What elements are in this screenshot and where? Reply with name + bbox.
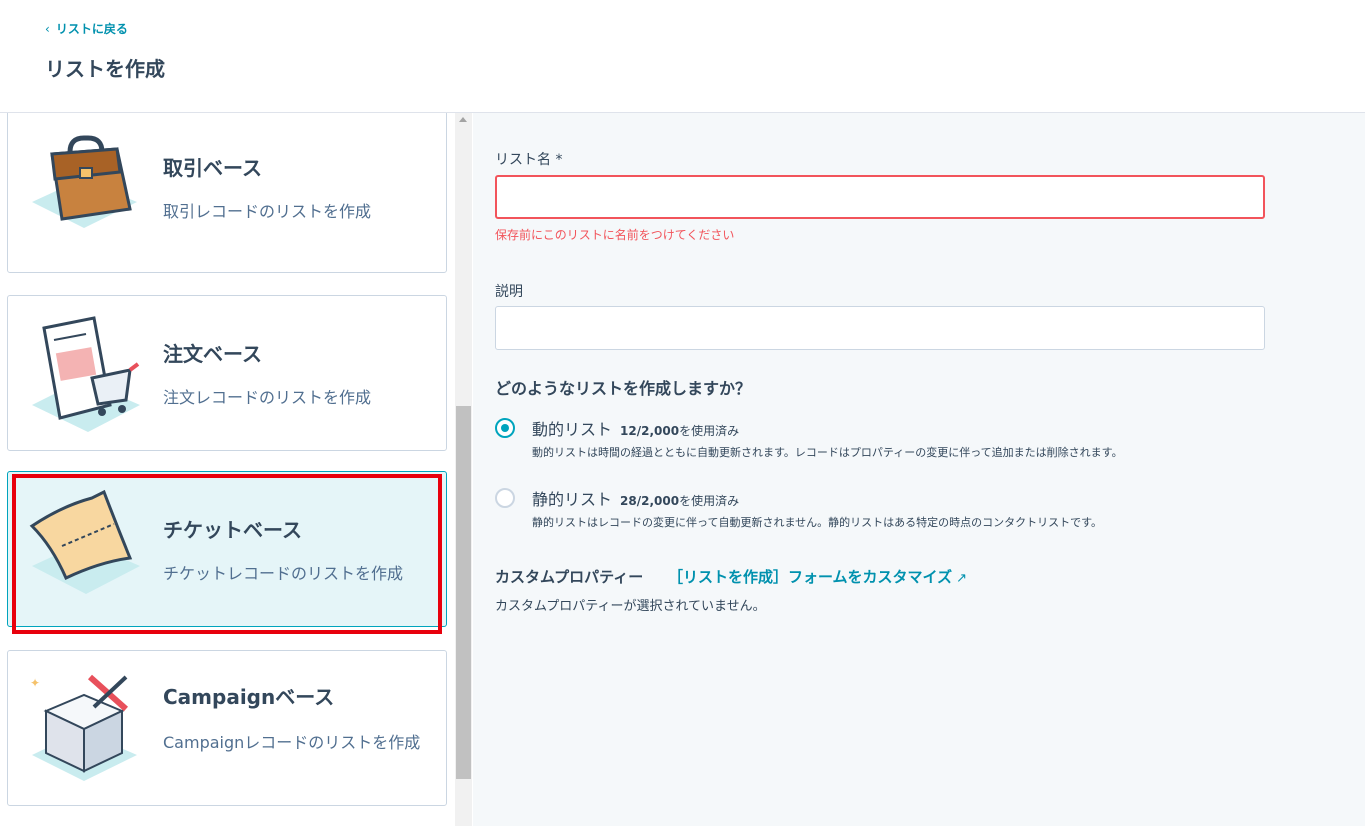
- scroll-up-arrow-icon[interactable]: [459, 117, 467, 122]
- description-input[interactable]: [495, 306, 1265, 350]
- list-name-label: リスト名 *: [495, 149, 562, 169]
- static-list-description: 静的リストはレコードの変更に伴って自動更新されません。静的リストはある特定の時点…: [532, 516, 1103, 529]
- dynamic-list-description: 動的リストは時間の経過とともに自動更新されます。レコードはプロパティーの変更に伴…: [532, 446, 1123, 459]
- card-title: 注文ベース: [163, 342, 262, 366]
- dynamic-list-usage: 12/2,000を使用済み: [620, 424, 739, 438]
- card-title: チケットベース: [163, 518, 302, 542]
- campaign-cube-illustration-icon: ✦: [30, 674, 137, 781]
- customize-form-link-text: ［リストを作成］フォームをカスタマイズ: [668, 568, 953, 586]
- static-list-label-text: 静的リスト: [532, 490, 613, 509]
- customize-form-link[interactable]: ［リストを作成］フォームをカスタマイズ ↗: [668, 566, 967, 587]
- card-description: チケットレコードのリストを作成: [163, 564, 404, 583]
- list-type-panel: 取引ベース 取引レコードのリストを作成 注文ベース 注文レコードのリストを作成 …: [0, 113, 455, 826]
- scrollbar-thumb[interactable]: [456, 406, 471, 779]
- back-link-label: リストに戻る: [55, 22, 128, 36]
- static-list-radio[interactable]: [495, 488, 515, 508]
- static-list-usage-suffix: を使用済み: [679, 494, 740, 508]
- list-name-error: 保存前にこのリストに名前をつけてください: [495, 228, 735, 242]
- page-header: ‹ リストに戻る リストを作成: [0, 0, 1365, 113]
- list-form-panel: リスト名 * 保存前にこのリストに名前をつけてください 説明 どのようなリストを…: [473, 113, 1365, 826]
- card-title: Campaignベース: [163, 685, 335, 709]
- static-list-label: 静的リスト 28/2,000を使用済み: [532, 486, 739, 510]
- list-type-question: どのようなリストを作成しますか？: [495, 379, 752, 398]
- description-label: 説明: [495, 284, 523, 300]
- page-title: リストを作成: [45, 57, 165, 81]
- deal-based-card[interactable]: 取引ベース 取引レコードのリストを作成: [7, 113, 447, 273]
- briefcase-illustration-icon: [32, 135, 137, 228]
- order-cart-illustration-icon: [32, 316, 140, 432]
- external-link-icon: ↗: [956, 571, 968, 586]
- order-based-card[interactable]: 注文ベース 注文レコードのリストを作成: [7, 295, 447, 451]
- dynamic-list-usage-suffix: を使用済み: [679, 424, 740, 438]
- dynamic-list-label: 動的リスト 12/2,000を使用済み: [532, 416, 739, 440]
- dynamic-list-label-text: 動的リスト: [532, 420, 613, 439]
- chevron-left-icon: ‹: [45, 22, 50, 36]
- static-list-usage: 28/2,000を使用済み: [620, 494, 739, 508]
- ticket-based-card[interactable]: チケットベース チケットレコードのリストを作成: [7, 471, 447, 627]
- back-to-lists-link[interactable]: ‹ リストに戻る: [45, 20, 128, 37]
- card-description: Campaignレコードのリストを作成: [163, 733, 421, 752]
- dynamic-list-radio[interactable]: [495, 418, 515, 438]
- campaign-based-card[interactable]: ✦ Campaignベース Campaignレコードのリストを作成: [7, 650, 447, 806]
- left-panel-scrollbar[interactable]: [455, 113, 472, 826]
- card-description: 注文レコードのリストを作成: [163, 388, 372, 407]
- static-list-usage-count: 28/2,000: [620, 494, 680, 508]
- custom-properties-title: カスタムプロパティー: [495, 568, 644, 586]
- custom-properties-empty: カスタムプロパティーが選択されていません。: [495, 599, 766, 614]
- svg-text:✦: ✦: [30, 676, 40, 690]
- card-description: 取引レコードのリストを作成: [163, 202, 372, 221]
- list-name-input[interactable]: [495, 175, 1265, 219]
- card-title: 取引ベース: [163, 156, 262, 180]
- dynamic-list-usage-count: 12/2,000: [620, 424, 680, 438]
- required-mark: *: [555, 152, 563, 168]
- ticket-illustration-icon: [29, 489, 140, 594]
- list-name-label-text: リスト名: [495, 152, 551, 168]
